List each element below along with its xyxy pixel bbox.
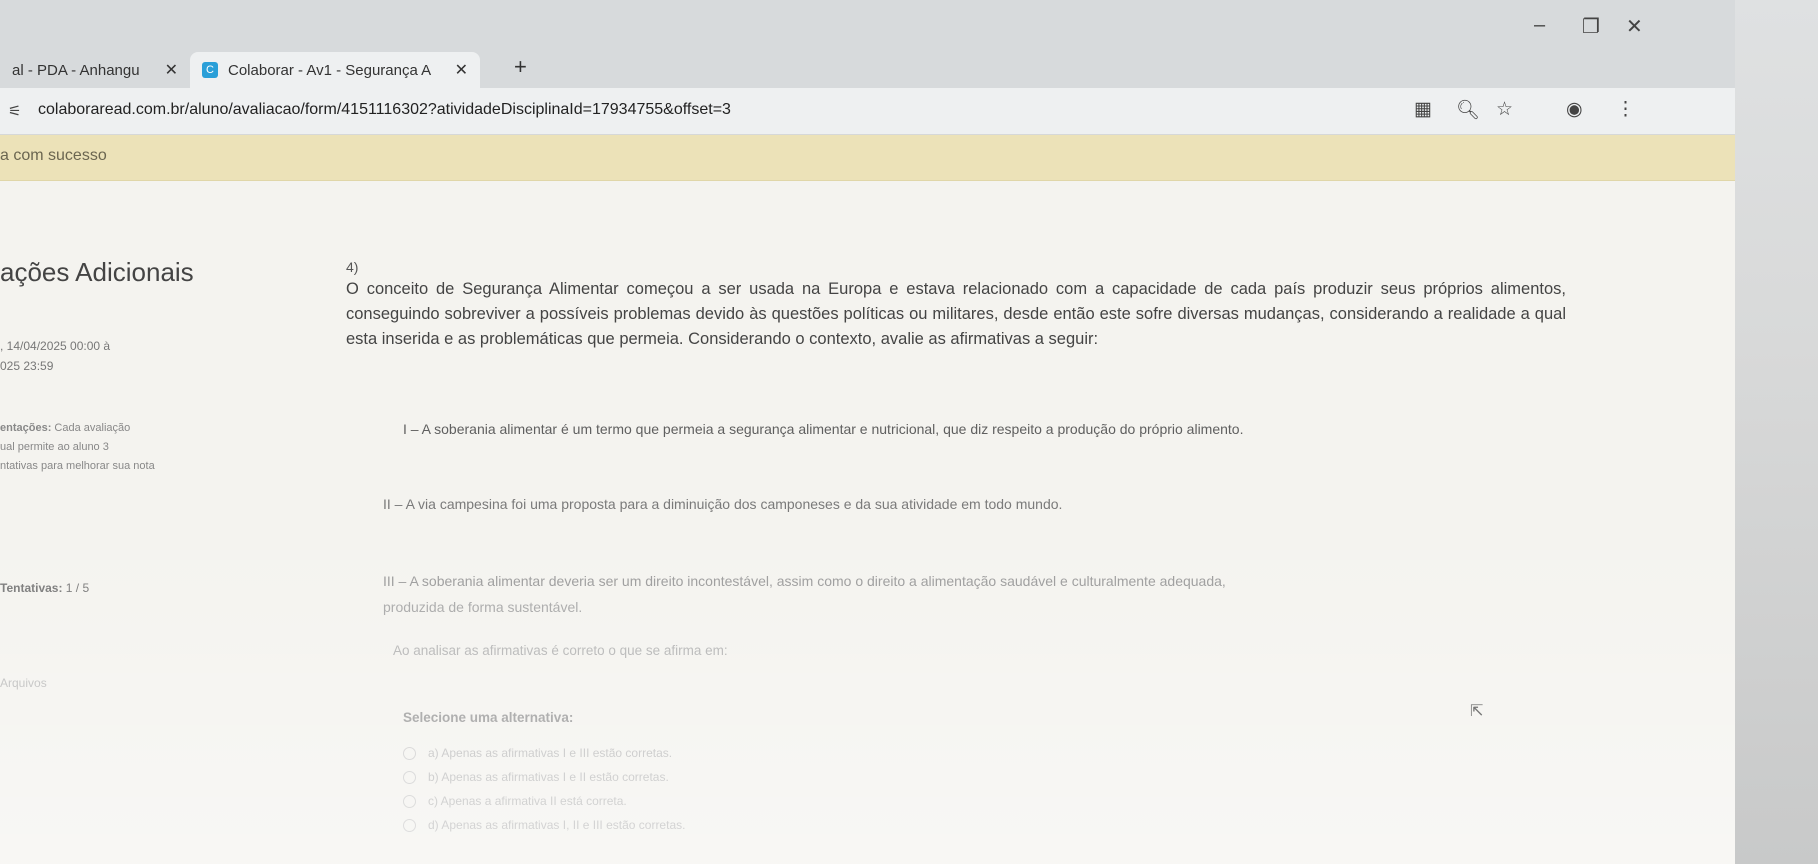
- option-d[interactable]: d) Apenas as afirmativas I, II e III est…: [403, 818, 685, 832]
- menu-icon[interactable]: ⋮: [1616, 98, 1635, 121]
- option-a[interactable]: a) Apenas as afirmativas I e III estão c…: [403, 746, 672, 760]
- option-label: b) Apenas as afirmativas I e II estão co…: [428, 770, 669, 784]
- option-label: c) Apenas a afirmativa II está correta.: [428, 794, 627, 808]
- site-settings-icon[interactable]: ⚟: [8, 102, 21, 120]
- option-b[interactable]: b) Apenas as afirmativas I e II estão co…: [403, 770, 669, 784]
- close-tab-icon[interactable]: ✕: [165, 60, 178, 80]
- affirmative-1: I – A soberania alimentar é um termo que…: [403, 421, 1244, 437]
- url-text[interactable]: colaboraread.com.br/aluno/avaliacao/form…: [38, 101, 731, 119]
- option-c[interactable]: c) Apenas a afirmativa II está correta.: [403, 794, 627, 808]
- period-start: , 14/04/2025 00:00 à: [0, 339, 111, 353]
- address-bar[interactable]: ⚟ colaboraread.com.br/aluno/avaliacao/fo…: [0, 88, 1735, 135]
- monitor-bezel-background: [1735, 0, 1818, 864]
- mouse-cursor-icon: ⇱: [1470, 703, 1484, 720]
- attempts: Tentativas: 1 / 5: [0, 581, 89, 595]
- option-label: a) Apenas as afirmativas I e III estão c…: [428, 746, 673, 760]
- tab-bar: al - PDA - Anhangu ✕ C Colaborar - Av1 -…: [0, 0, 1735, 89]
- orientation-line2: ual permite ao aluno 3: [0, 441, 109, 453]
- radio-icon[interactable]: [403, 794, 416, 808]
- affirmative-3: III – A soberania alimentar deveria ser …: [383, 573, 1226, 589]
- browser-window: al - PDA - Anhangu ✕ C Colaborar - Av1 -…: [0, 0, 1735, 864]
- star-icon[interactable]: ☆: [1496, 98, 1513, 121]
- affirmative-2: II – A via campesina foi uma proposta pa…: [383, 496, 1063, 512]
- profile-icon[interactable]: ◉: [1566, 98, 1583, 121]
- question-number: 4): [346, 259, 359, 275]
- zoom-icon[interactable]: 🔍︎: [1456, 98, 1480, 122]
- files-link[interactable]: Arquivos: [0, 676, 47, 690]
- question-text: O conceito de Segurança Alimentar começo…: [346, 280, 1566, 348]
- orientation-line1: Cada avaliação: [51, 422, 131, 434]
- tab-label: Colaborar - Av1 - Segurança A: [228, 61, 432, 79]
- banner-text: a com sucesso: [0, 147, 107, 164]
- colaborar-favicon-icon: C: [202, 62, 218, 78]
- attempts-value: 1 / 5: [62, 581, 90, 595]
- success-banner: a com sucesso: [0, 135, 1735, 181]
- select-alternative-title: Selecione uma alternativa:: [403, 710, 574, 725]
- translate-icon[interactable]: ▦: [1414, 98, 1432, 121]
- sidebar-title: ações Adicionais: [0, 257, 194, 287]
- orientation-text: entações: Cada avaliação: [0, 422, 130, 434]
- new-tab-button[interactable]: +: [514, 54, 527, 80]
- tab-colaborar[interactable]: C Colaborar - Av1 - Segurança A ✕: [190, 52, 480, 88]
- attempts-label: Tentativas:: [0, 581, 63, 595]
- option-label: d) Apenas as afirmativas I, II e III est…: [428, 818, 686, 832]
- question-prompt: Ao analisar as afirmativas é correto o q…: [393, 643, 728, 658]
- orientation-line3: ntativas para melhorar sua nota: [0, 460, 155, 472]
- radio-icon[interactable]: [403, 818, 416, 832]
- minimize-icon[interactable]: –: [1534, 14, 1545, 37]
- period-end: 025 23:59: [0, 359, 54, 373]
- orientation-label: entações:: [0, 422, 52, 434]
- radio-icon[interactable]: [403, 770, 416, 784]
- close-tab-icon[interactable]: ✕: [455, 60, 468, 80]
- close-window-icon[interactable]: ✕: [1626, 14, 1643, 39]
- maximize-icon[interactable]: ❐: [1582, 14, 1600, 39]
- affirmative-3-cont: produzida de forma sustentável.: [383, 599, 583, 615]
- page-content: ações Adicionais , 14/04/2025 00:00 à 02…: [0, 181, 1735, 864]
- radio-icon[interactable]: [403, 746, 416, 760]
- tab-ava[interactable]: al - PDA - Anhangu ✕: [0, 52, 190, 88]
- tab-label: al - PDA - Anhangu: [12, 61, 140, 79]
